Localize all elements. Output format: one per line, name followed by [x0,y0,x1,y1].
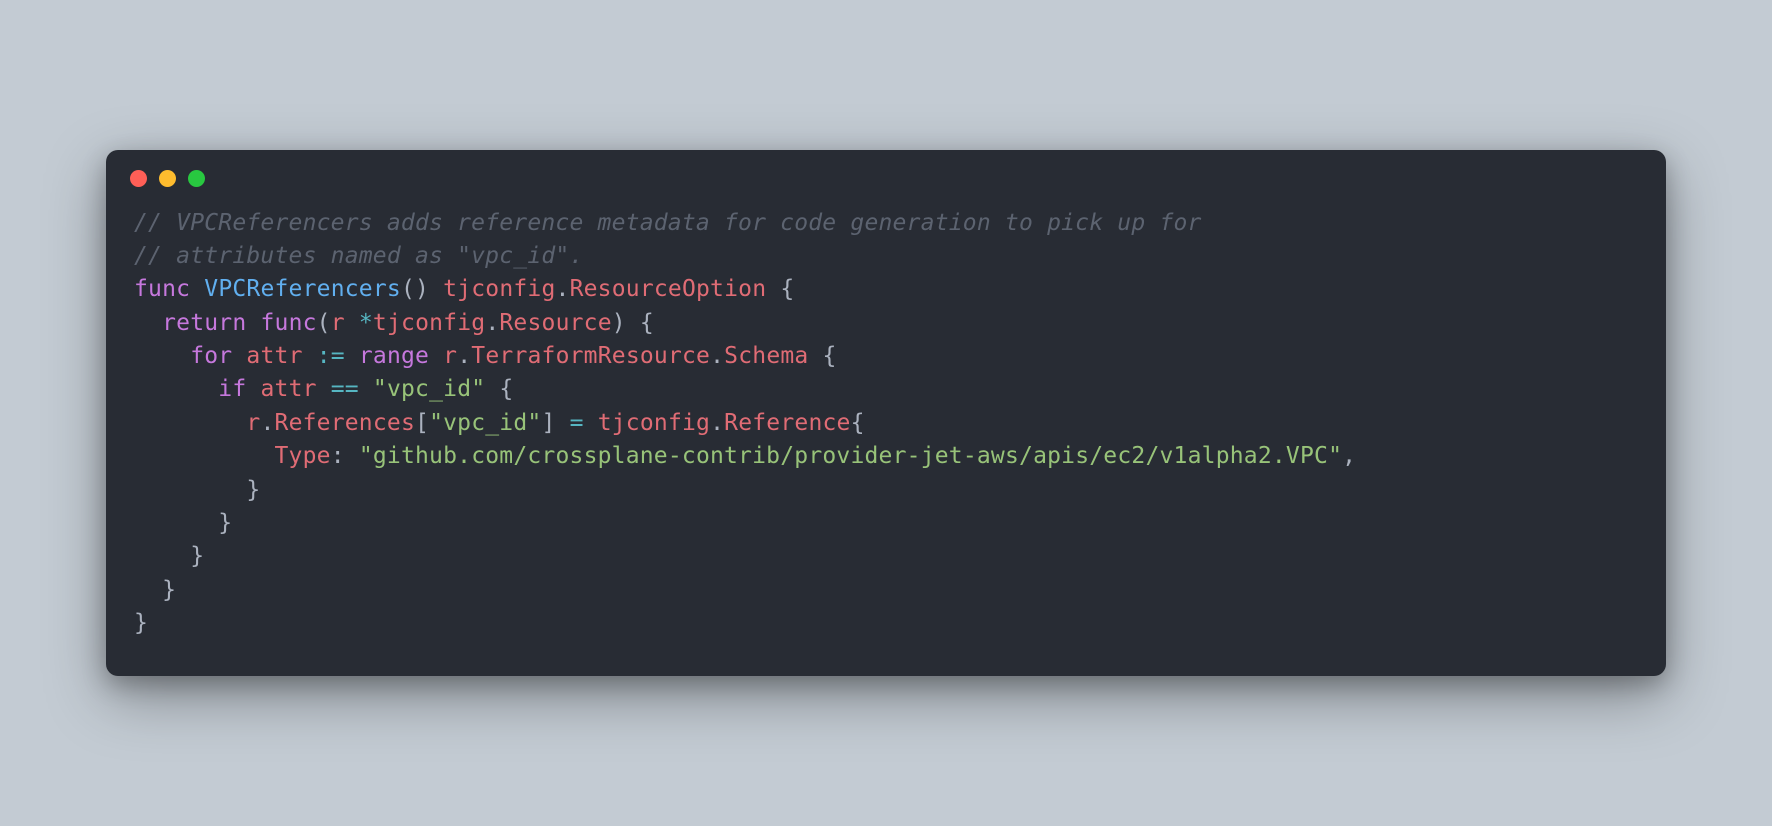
bracket: [ [415,410,429,436]
param-type: Resource [499,310,611,336]
paren: ( [317,310,331,336]
dot: . [457,343,471,369]
close-icon[interactable] [130,170,147,187]
brace: } [246,477,260,503]
param-name: r [331,310,345,336]
package-ref: tjconfig [373,310,485,336]
string-literal: "github.com/crossplane-contrib/provider-… [359,443,1342,469]
dot: . [260,410,274,436]
keyword-func: func [134,276,190,302]
brace: { [823,343,837,369]
comment-line: // attributes named as "vpc_id". [134,243,584,269]
brace: { [499,376,513,402]
comment-line: // VPCReferencers adds reference metadat… [134,210,1202,236]
brace: { [640,310,654,336]
code-block: // VPCReferencers adds reference metadat… [106,197,1666,676]
dot: . [485,310,499,336]
var-r: r [246,410,260,436]
brace: { [851,410,865,436]
brace: } [190,543,204,569]
keyword-if: if [218,376,246,402]
keyword-for: for [190,343,232,369]
coloneq: := [317,343,345,369]
colon: : [331,443,345,469]
paren: ( [401,276,415,302]
struct-key: Type [274,443,330,469]
bracket: ] [541,410,555,436]
type-name: Reference [724,410,850,436]
comma: , [1342,443,1356,469]
paren: ) [415,276,429,302]
eqeq: == [331,376,359,402]
keyword-return: return [162,310,246,336]
titlebar [106,150,1666,197]
string-literal: "vpc_id" [373,376,485,402]
dot: . [710,343,724,369]
brace: } [162,577,176,603]
keyword-range: range [359,343,429,369]
string-literal: "vpc_id" [429,410,541,436]
var-r: r [443,343,457,369]
dot: . [556,276,570,302]
minimize-icon[interactable] [159,170,176,187]
package-ref: tjconfig [598,410,710,436]
package-ref: tjconfig [443,276,555,302]
dot: . [710,410,724,436]
field: References [275,410,415,436]
brace: } [134,610,148,636]
keyword-func: func [260,310,316,336]
var-attr: attr [260,376,316,402]
paren: ) [612,310,626,336]
eq: = [570,410,584,436]
return-type: ResourceOption [570,276,767,302]
pointer-star: * [359,310,373,336]
var-attr: attr [246,343,302,369]
field: Schema [724,343,808,369]
code-window: // VPCReferencers adds reference metadat… [106,150,1666,676]
brace: { [780,276,794,302]
function-name: VPCReferencers [204,276,401,302]
field: TerraformResource [471,343,710,369]
zoom-icon[interactable] [188,170,205,187]
brace: } [218,510,232,536]
